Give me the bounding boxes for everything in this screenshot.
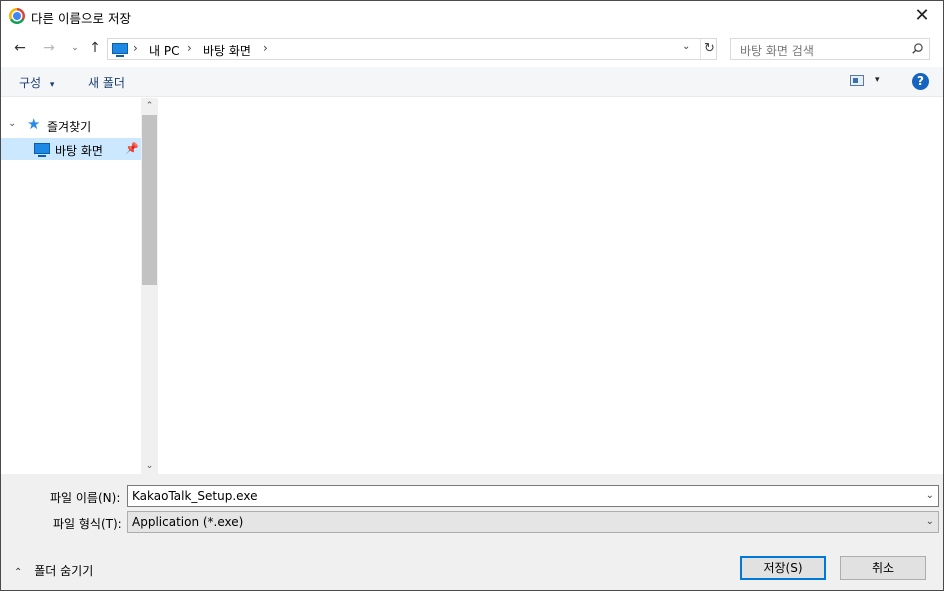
star-icon: ★ xyxy=(27,115,41,133)
breadcrumb-desktop[interactable]: 바탕 화면 xyxy=(203,42,251,59)
navigation-pane: ⌄ ★ 즐겨찾기 바탕 화면 📌 ⌃ ⌄ xyxy=(1,98,158,474)
hide-folders-toggle[interactable]: ⌃ 폴더 숨기기 xyxy=(14,562,93,579)
sidebar-item-label: 바탕 화면 xyxy=(55,144,103,158)
navigation-bar: ← → ⌄ ↑ › 내 PC › 바탕 화면 › ⌄ ↻ 바탕 화면 검색 xyxy=(1,35,943,63)
expand-chevron-icon[interactable]: ⌄ xyxy=(8,118,16,129)
save-options-panel: 파일 이름(N): KakaoTalk_Setup.exe ⌄ 파일 형식(T)… xyxy=(1,474,943,590)
forward-arrow-icon[interactable]: → xyxy=(39,37,59,59)
scroll-up-icon[interactable]: ⌃ xyxy=(141,98,158,114)
chevron-down-icon[interactable]: ⌄ xyxy=(926,490,934,501)
recent-locations-chevron-icon[interactable]: ⌄ xyxy=(65,37,85,59)
organize-button[interactable]: 구성 ▾ xyxy=(19,74,54,91)
close-icon[interactable]: ✕ xyxy=(907,4,937,28)
scrollbar-thumb[interactable] xyxy=(142,115,157,285)
search-placeholder: 바탕 화면 검색 xyxy=(740,44,814,58)
up-arrow-icon[interactable]: ↑ xyxy=(85,37,105,59)
organize-label: 구성 xyxy=(19,76,42,90)
address-dropdown-icon[interactable]: ⌄ xyxy=(682,41,690,52)
scroll-down-icon[interactable]: ⌄ xyxy=(141,458,158,474)
vertical-scrollbar[interactable]: ⌃ ⌄ xyxy=(141,98,158,474)
chrome-icon xyxy=(9,8,25,24)
chevron-down-icon: ▾ xyxy=(49,80,55,90)
help-button[interactable]: ? xyxy=(912,73,929,90)
address-bar[interactable]: › 내 PC › 바탕 화면 › ⌄ ↻ xyxy=(107,38,717,60)
chevron-up-icon: ⌃ xyxy=(14,567,23,578)
filetype-label: 파일 형식(T): xyxy=(53,517,122,531)
filename-label: 파일 이름(N): xyxy=(50,491,121,505)
filetype-select[interactable]: Application (*.exe) ⌄ xyxy=(127,511,939,533)
chevron-down-icon[interactable]: ⌄ xyxy=(926,516,934,527)
search-icon[interactable] xyxy=(912,43,923,54)
sidebar-item-label: 즐겨찾기 xyxy=(47,120,92,134)
save-button[interactable]: 저장(S) xyxy=(740,556,826,580)
sidebar-item-favorites[interactable]: ⌄ ★ 즐겨찾기 xyxy=(1,114,141,136)
title-bar: 다른 이름으로 저장 ✕ xyxy=(1,1,943,31)
breadcrumb-this-pc[interactable]: 내 PC xyxy=(149,42,179,59)
breadcrumb-separator[interactable]: › xyxy=(263,41,268,55)
back-arrow-icon[interactable]: ← xyxy=(10,37,30,59)
breadcrumb-separator[interactable]: › xyxy=(133,41,138,55)
hide-folders-label: 폴더 숨기기 xyxy=(34,564,94,578)
dialog-title: 다른 이름으로 저장 xyxy=(31,11,131,26)
search-input[interactable]: 바탕 화면 검색 xyxy=(730,38,930,60)
filetype-value: Application (*.exe) xyxy=(132,515,244,529)
cancel-button[interactable]: 취소 xyxy=(840,556,926,580)
filename-field[interactable]: KakaoTalk_Setup.exe ⌄ xyxy=(127,485,939,507)
filename-value[interactable]: KakaoTalk_Setup.exe xyxy=(132,489,257,503)
monitor-icon xyxy=(112,43,128,57)
monitor-icon xyxy=(34,143,50,157)
file-list-area[interactable] xyxy=(160,98,943,474)
view-options-icon[interactable] xyxy=(850,75,864,86)
new-folder-button[interactable]: 새 폴더 xyxy=(88,74,125,91)
save-as-dialog: 다른 이름으로 저장 ✕ ← → ⌄ ↑ › 내 PC › 바탕 화면 › ⌄ … xyxy=(0,0,944,591)
view-options-chevron-icon[interactable]: ▾ xyxy=(875,75,880,85)
command-toolbar: 구성 ▾ 새 폴더 ▾ ? xyxy=(1,67,943,97)
refresh-icon[interactable]: ↻ xyxy=(700,39,718,59)
breadcrumb-separator[interactable]: › xyxy=(187,41,192,55)
sidebar-item-desktop[interactable]: 바탕 화면 📌 xyxy=(1,138,141,160)
pin-icon: 📌 xyxy=(125,142,139,155)
